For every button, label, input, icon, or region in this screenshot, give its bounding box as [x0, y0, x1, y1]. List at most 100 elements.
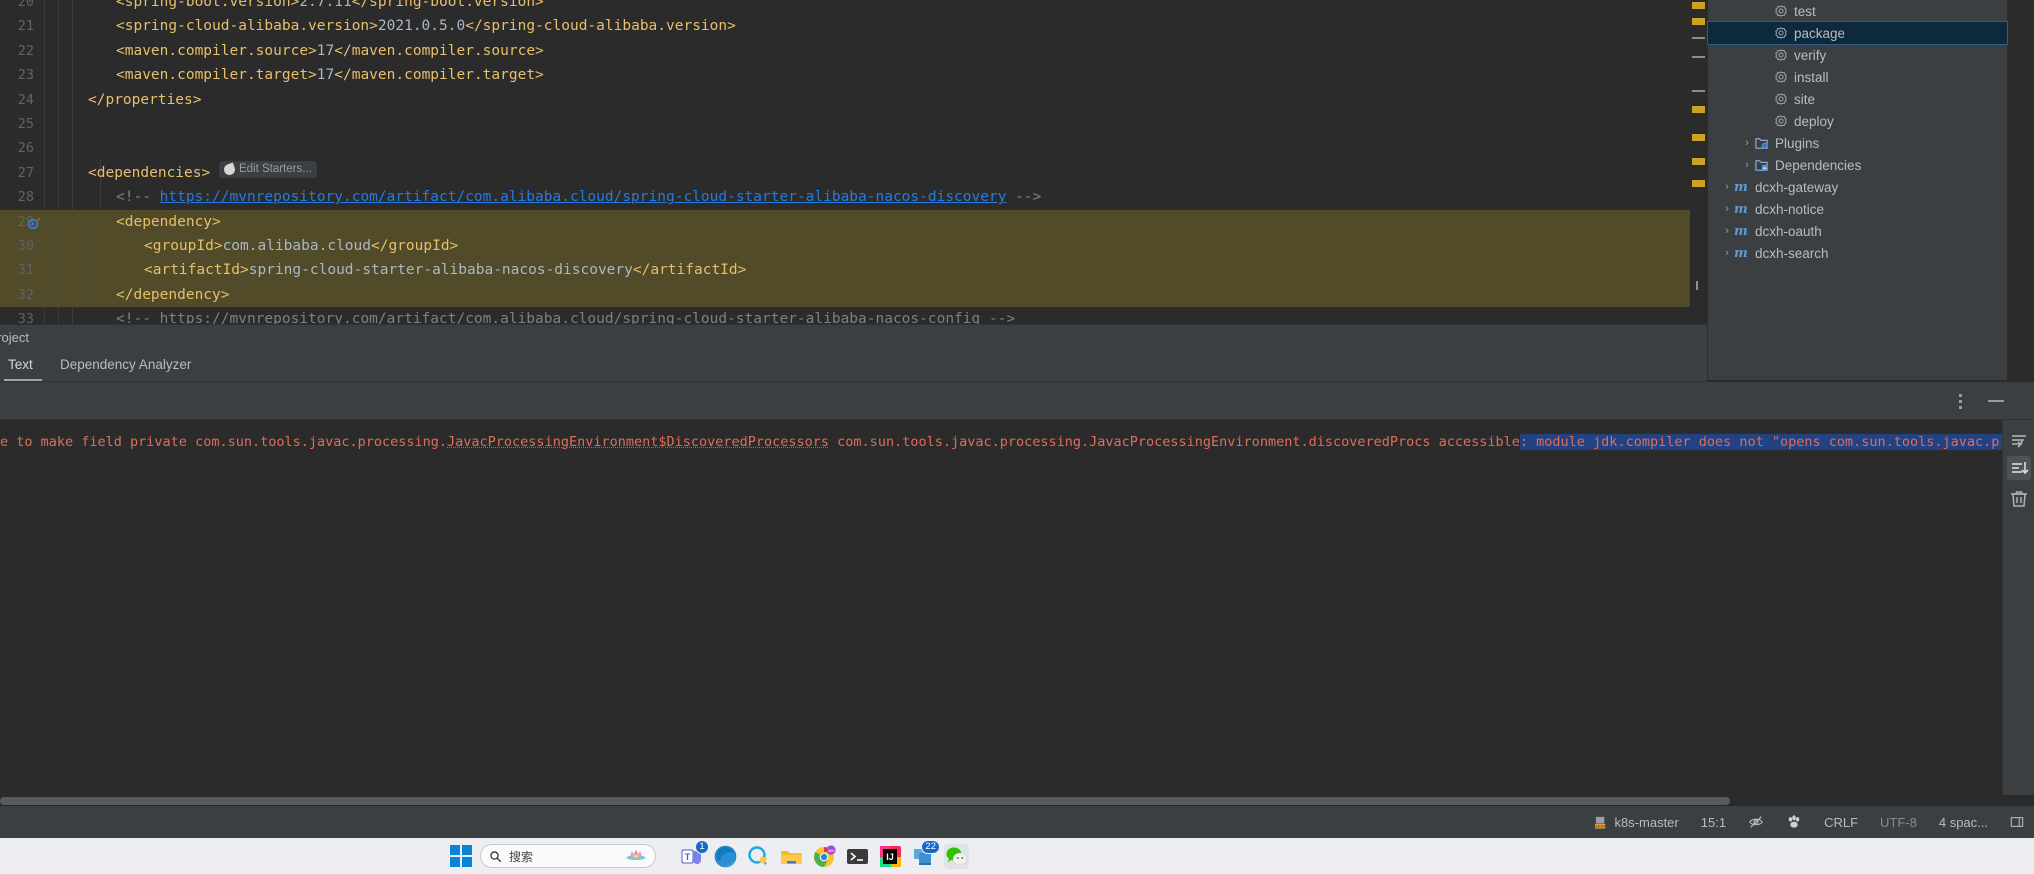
code-line[interactable]: 27 <dependencies> Edit Starters...: [0, 161, 1707, 185]
code-line[interactable]: 23 <maven.compiler.target>17</maven.compi…: [0, 63, 1707, 87]
file-explorer-icon[interactable]: [779, 844, 804, 869]
scrollbar-thumb[interactable]: [0, 797, 1730, 805]
marker-change[interactable]: [1692, 90, 1705, 92]
start-button[interactable]: [450, 845, 472, 867]
marker-warning[interactable]: [1692, 2, 1705, 9]
console-side-toolbar[interactable]: [2002, 420, 2034, 795]
edit-starters-hint[interactable]: Edit Starters...: [219, 161, 317, 178]
status-inspections-toggle[interactable]: [1748, 814, 1764, 830]
maven-tree-item-plugins[interactable]: › Plugins: [1708, 132, 2007, 154]
taskbar-search[interactable]: 搜索: [480, 844, 656, 868]
status-file-encoding[interactable]: UTF-8: [1880, 815, 1917, 830]
console-output[interactable]: e to make field private com.sun.tools.ja…: [0, 420, 2002, 795]
scroll-to-end-icon[interactable]: [2007, 456, 2031, 480]
code-token: </groupId>: [371, 238, 458, 254]
status-line-separator[interactable]: CRLF: [1824, 815, 1858, 830]
maven-tree-item-dcxh-gateway[interactable]: › m dcxh-gateway: [1708, 176, 2007, 198]
chevron-right-icon[interactable]: ›: [1720, 203, 1734, 215]
maven-tree-item-package[interactable]: package: [1708, 22, 2007, 44]
gear-icon: [1774, 48, 1788, 62]
maven-tree-item-test[interactable]: test: [1708, 0, 2007, 22]
code-line[interactable]: 31 <artifactId>spring-cloud-starter-aliba…: [0, 258, 1707, 282]
code-line[interactable]: 29 <dependency>: [0, 210, 1707, 234]
maven-tree-item-dcxh-search[interactable]: › m dcxh-search: [1708, 242, 2007, 264]
tool-window-tabs[interactable]: Text Dependency Analyzer: [0, 351, 1707, 382]
chevron-right-icon[interactable]: ›: [1720, 181, 1734, 193]
url-link[interactable]: https://mvnrepository.com/artifact/com.a…: [160, 189, 1007, 205]
maven-tree-item-dcxh-oauth[interactable]: › m dcxh-oauth: [1708, 220, 2007, 242]
status-caret-position[interactable]: 15:1: [1701, 815, 1726, 830]
gear-icon: [1774, 114, 1788, 128]
maven-tree-item-site[interactable]: site: [1708, 88, 2007, 110]
editor-marker-strip[interactable]: [1690, 0, 1707, 324]
tab-dependency-analyzer[interactable]: Dependency Analyzer: [60, 357, 191, 372]
chrome-icon[interactable]: 360: [812, 844, 837, 869]
chevron-right-icon[interactable]: ›: [1720, 225, 1734, 237]
intellij-idea-icon[interactable]: IJ: [878, 844, 903, 869]
code-token: -->: [980, 311, 1015, 324]
code-token: </spring-boot.version>: [352, 0, 544, 10]
run-maven-icon[interactable]: [27, 214, 41, 228]
more-options-icon[interactable]: [1959, 394, 1962, 409]
maven-tree-item-install[interactable]: install: [1708, 66, 2007, 88]
line-number: 25: [0, 112, 34, 136]
code-line[interactable]: 25: [0, 112, 1707, 136]
chevron-right-icon[interactable]: ›: [1740, 137, 1754, 149]
ide-window: 20 <spring-boot.version>2.7.11</spring-bo…: [0, 0, 2034, 874]
code-line[interactable]: 32 </dependency>: [0, 283, 1707, 307]
marker-warning[interactable]: [1692, 106, 1705, 113]
code-line[interactable]: 21 <spring-cloud-alibaba.version>2021.0.5…: [0, 14, 1707, 38]
teams-icon[interactable]: T 1: [680, 844, 705, 869]
console-horizontal-scrollbar[interactable]: [0, 795, 2002, 806]
code-line[interactable]: 30 <groupId>com.alibaba.cloud</groupId>: [0, 234, 1707, 258]
edge-icon[interactable]: [713, 844, 738, 869]
trash-icon[interactable]: [2007, 486, 2031, 510]
chevron-right-icon[interactable]: ›: [1720, 247, 1734, 259]
terminal-icon[interactable]: [845, 844, 870, 869]
maven-tree-item-dependencies[interactable]: › Dependencies: [1708, 154, 2007, 176]
maven-tree[interactable]: test package verify install site deploy › Plugi…: [1708, 0, 2007, 264]
marker-warning[interactable]: [1692, 134, 1705, 141]
chevron-right-icon[interactable]: ›: [1740, 159, 1754, 171]
remote-desktop-icon[interactable]: 22: [911, 844, 936, 869]
code-line[interactable]: 33 <!-- https://mvnrepository.com/artifac…: [0, 307, 1707, 324]
code-editor[interactable]: 20 <spring-boot.version>2.7.11</spring-bo…: [0, 0, 1707, 324]
marker-warning[interactable]: [1692, 158, 1705, 165]
code-token: </spring-cloud-alibaba.version>: [465, 18, 736, 34]
code-line[interactable]: 20 <spring-boot.version>2.7.11</spring-bo…: [0, 0, 1707, 14]
code-text: <dependency>: [116, 210, 221, 234]
code-token: https://mvnrepository.com/artifact/com.a…: [160, 311, 981, 324]
console-error-line: e to make field private com.sun.tools.ja…: [0, 434, 2002, 450]
marker-change[interactable]: [1692, 37, 1705, 39]
maven-tool-window[interactable]: test package verify install site deploy › Plugi…: [1708, 0, 2007, 380]
maven-tree-item-dcxh-notice[interactable]: › m dcxh-notice: [1708, 198, 2007, 220]
code-line[interactable]: 22 <maven.compiler.source>17</maven.compi…: [0, 39, 1707, 63]
status-baidu-icon[interactable]: [1786, 814, 1802, 830]
windows-taskbar[interactable]: 搜索 T 1 360 IJ 22: [0, 838, 2034, 874]
ide-status-bar[interactable]: SFTP k8s-master 15:1 CRLF UTF-8 4 spac...: [0, 806, 2034, 838]
line-number: 24: [0, 88, 34, 112]
status-toggle-toolwindow[interactable]: [2010, 815, 2024, 829]
wechat-icon[interactable]: [944, 844, 969, 869]
code-line[interactable]: 28 <!-- https://mvnrepository.com/artifac…: [0, 185, 1707, 209]
minimize-icon[interactable]: [1988, 400, 2004, 402]
code-text: <maven.compiler.target>17</maven.compile…: [116, 63, 544, 87]
tab-text[interactable]: Text: [8, 357, 33, 372]
code-line[interactable]: 24 </properties>: [0, 88, 1707, 112]
status-sftp-host[interactable]: SFTP k8s-master: [1594, 815, 1678, 830]
qq-icon[interactable]: [746, 844, 771, 869]
maven-tree-item-verify[interactable]: verify: [1708, 44, 2007, 66]
maven-tree-item-label: dcxh-gateway: [1755, 180, 1838, 195]
code-text: <maven.compiler.source>17</maven.compile…: [116, 39, 544, 63]
maven-tree-item-label: Plugins: [1775, 136, 1819, 151]
maven-tree-item-label: install: [1794, 70, 1829, 85]
maven-tree-item-deploy[interactable]: deploy: [1708, 110, 2007, 132]
fold-guide: [60, 258, 61, 282]
soft-wrap-icon[interactable]: [2007, 428, 2031, 452]
code-text: <dependencies> Edit Starters...: [88, 161, 317, 185]
marker-change[interactable]: [1692, 56, 1705, 58]
gear-icon: [1774, 70, 1788, 84]
status-indent-setting[interactable]: 4 spac...: [1939, 815, 1988, 830]
marker-warning[interactable]: [1692, 18, 1705, 25]
marker-warning[interactable]: [1692, 180, 1705, 187]
